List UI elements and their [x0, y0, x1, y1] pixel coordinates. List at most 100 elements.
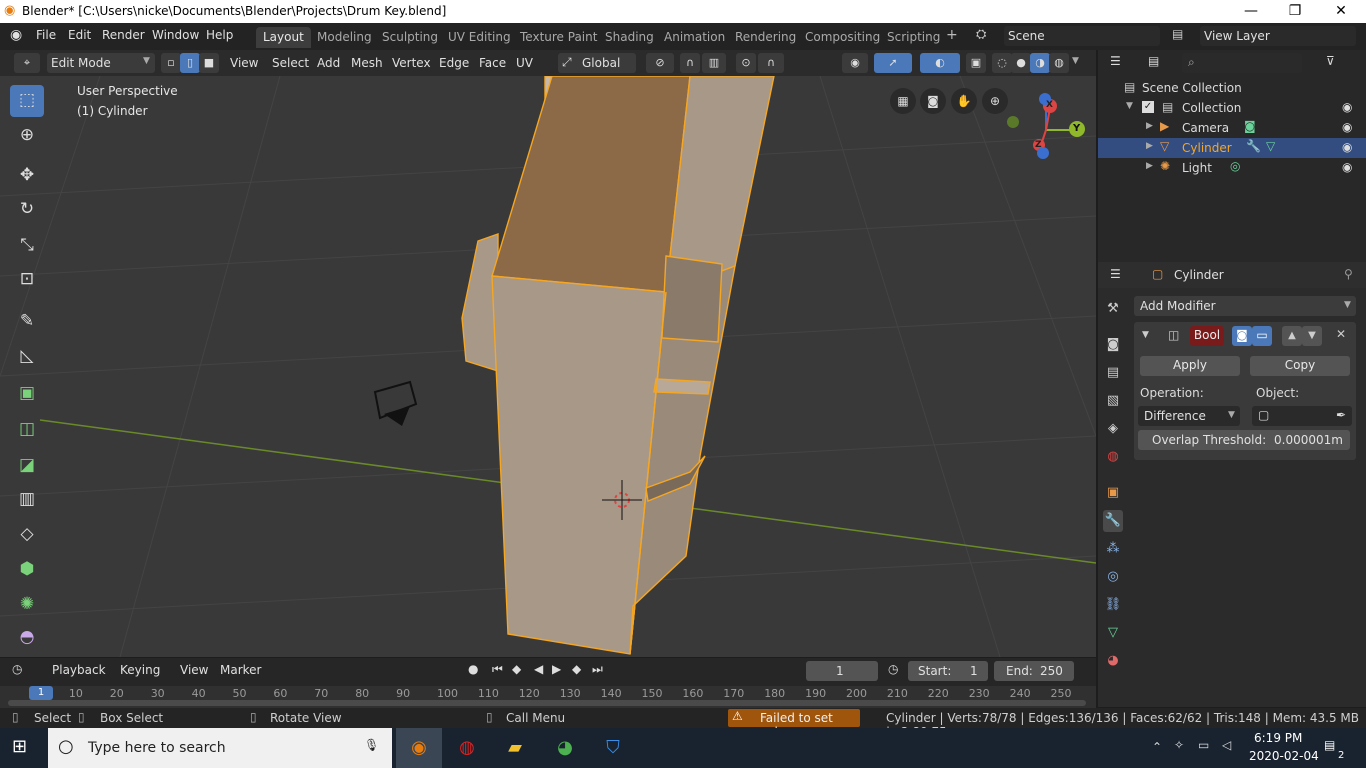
tab-texture-paint[interactable]: Texture Paint	[513, 27, 604, 48]
visibility-icon[interactable]: ◉	[842, 53, 868, 73]
outliner-row-cylinder[interactable]: ▶ ▽ Cylinder 🔧 ▽ ◉	[1098, 138, 1366, 158]
menu-render[interactable]: Render	[102, 28, 145, 42]
menu-marker[interactable]: Marker	[214, 660, 267, 680]
solid-shading-icon[interactable]: ●	[1011, 53, 1031, 73]
tab-layout[interactable]: Layout	[256, 27, 311, 48]
record-icon[interactable]: ●	[468, 662, 478, 676]
tab-scripting[interactable]: Scripting	[880, 27, 947, 48]
rotate-tool-icon[interactable]: ↻	[10, 194, 44, 226]
menu-view[interactable]: View	[224, 53, 264, 73]
filter-icon[interactable]: ⊽	[1326, 54, 1335, 68]
camera-data-icon[interactable]: ◙	[1244, 119, 1256, 133]
tray-battery-icon[interactable]: ▭	[1198, 738, 1209, 752]
add-workspace-button[interactable]: +	[946, 27, 958, 43]
tab-shading[interactable]: Shading	[598, 27, 661, 48]
menu-help[interactable]: Help	[206, 28, 233, 42]
viewport-display-toggle-icon[interactable]: ▭	[1252, 326, 1272, 346]
playhead-frame[interactable]: 1	[29, 686, 53, 700]
clock-time[interactable]: 6:19 PM	[1254, 731, 1302, 745]
minimize-button[interactable]: —	[1228, 0, 1274, 23]
poly-build-tool-icon[interactable]: ⬢	[10, 554, 44, 586]
tab-rendering[interactable]: Rendering	[728, 27, 803, 48]
jump-start-icon[interactable]: ⏮	[492, 662, 503, 677]
proportional-edit-icon[interactable]: ⊙	[736, 53, 756, 73]
eye-icon[interactable]: ◉	[1342, 140, 1352, 154]
maximize-button[interactable]: ❐	[1272, 0, 1318, 23]
taskbar-search-box[interactable]: ○ Type here to search 🎙	[48, 728, 392, 768]
microphone-icon[interactable]: 🎙	[364, 738, 379, 752]
jump-end-icon[interactable]: ⏭	[592, 662, 603, 677]
start-frame-field[interactable]: Start: 1	[908, 661, 988, 681]
operation-dropdown[interactable]: Difference ▼	[1138, 406, 1240, 426]
outliner-row-light[interactable]: ▶ ✺ Light ◎ ◉	[1098, 158, 1366, 178]
render-tab-icon[interactable]: ◙	[1103, 334, 1123, 356]
timeline-ruler[interactable]: 1 10 20 30 40 50 60 70 80 90 100 110 120 130 140 150 16…	[0, 686, 1096, 708]
world-tab-icon[interactable]: ◍	[1103, 446, 1123, 468]
view-layer-icon[interactable]: ▤	[1172, 27, 1183, 41]
mesh-data-tab-icon[interactable]: ▽	[1103, 622, 1123, 644]
toggle-view-icon[interactable]: ▦	[890, 88, 916, 114]
move-tool-icon[interactable]: ✥	[10, 160, 44, 192]
eyedropper-icon[interactable]: ✒	[1336, 408, 1346, 422]
falloff-icon[interactable]: ∩	[758, 53, 784, 73]
tray-network-icon[interactable]: ✧	[1174, 738, 1184, 752]
object-picker-field[interactable]: ▢ ✒	[1252, 406, 1352, 426]
creative-cloud-taskbar-icon[interactable]: ◍	[444, 728, 490, 768]
gizmo-toggle-icon[interactable]: ➚	[874, 53, 912, 73]
tray-chevron-up-icon[interactable]: ⌃	[1152, 740, 1162, 754]
mode-selector[interactable]: Edit Mode ▼	[47, 53, 155, 73]
eye-icon[interactable]: ◉	[1342, 120, 1352, 134]
rendered-shading-icon[interactable]: ◍	[1049, 53, 1069, 73]
menu-uv[interactable]: UV	[510, 53, 539, 73]
menu-face[interactable]: Face	[473, 53, 512, 73]
pivot-point-icon[interactable]: ⊘	[646, 53, 674, 73]
remove-modifier-icon[interactable]: ✕	[1336, 327, 1346, 341]
face-select-icon[interactable]: ■	[199, 53, 219, 73]
loop-cut-tool-icon[interactable]: ▥	[10, 484, 44, 516]
tab-modeling[interactable]: Modeling	[310, 27, 379, 48]
chevron-right-icon[interactable]: ▶	[1146, 121, 1153, 131]
select-box-tool-icon[interactable]: ⬚	[10, 85, 44, 117]
warning-report[interactable]: ⚠ Failed to set value	[728, 709, 860, 739]
cursor-tool-icon[interactable]: ⊕	[10, 120, 44, 152]
modifier-tab-icon[interactable]: 🔧	[1103, 510, 1123, 532]
view-layer-tab-icon[interactable]: ▧	[1103, 390, 1123, 412]
menu-mesh[interactable]: Mesh	[345, 53, 389, 73]
timeline-scrollbar[interactable]	[8, 700, 1086, 706]
wrench-icon[interactable]: 🔧	[1246, 139, 1261, 153]
scene-icon[interactable]: ⛭	[976, 27, 986, 42]
clock-icon[interactable]: ◷	[888, 662, 898, 676]
eye-icon[interactable]: ◉	[1342, 160, 1352, 174]
camera-render-toggle-icon[interactable]: ◙	[1232, 326, 1252, 346]
overlay-toggle-icon[interactable]: ◐	[920, 53, 960, 73]
menu-vertex[interactable]: Vertex	[386, 53, 437, 73]
scene-selector[interactable]: Scene	[1004, 26, 1160, 46]
menu-edge[interactable]: Edge	[433, 53, 475, 73]
object-tab-icon[interactable]: ▣	[1103, 482, 1123, 504]
outliner-row-scene-collection[interactable]: ▤ Scene Collection	[1098, 78, 1366, 98]
timeline-editor-icon[interactable]: ◷	[12, 662, 22, 676]
chevron-right-icon[interactable]: ▶	[1146, 161, 1153, 171]
display-mode-icon[interactable]: ▤	[1148, 54, 1159, 68]
chevron-down-icon[interactable]: ▼	[1142, 330, 1149, 340]
light-data-icon[interactable]: ◎	[1230, 159, 1240, 173]
inset-tool-icon[interactable]: ◫	[10, 414, 44, 446]
shield-app-taskbar-icon[interactable]: ⛉	[590, 728, 636, 768]
copy-button[interactable]: Copy	[1250, 356, 1350, 376]
snap-target-icon[interactable]: ▥	[702, 53, 726, 73]
outliner-editor-icon[interactable]: ☰	[1110, 54, 1121, 68]
chrome-taskbar-icon[interactable]: ◕	[542, 728, 588, 768]
move-up-icon[interactable]: ▲	[1282, 326, 1302, 346]
menu-file[interactable]: File	[36, 28, 56, 42]
pin-icon[interactable]: ⚲	[1344, 267, 1353, 281]
menu-playback[interactable]: Playback	[46, 660, 112, 680]
blender-menu-icon[interactable]: ◉	[10, 27, 22, 43]
modifier-name-field[interactable]: Bool	[1190, 326, 1224, 346]
move-down-icon[interactable]: ▼	[1302, 326, 1322, 346]
bevel-tool-icon[interactable]: ◪	[10, 450, 44, 482]
menu-timeline-view[interactable]: View	[174, 660, 214, 680]
tab-sculpting[interactable]: Sculpting	[375, 27, 445, 48]
menu-select[interactable]: Select	[266, 53, 315, 73]
wireframe-shading-icon[interactable]: ◌	[992, 53, 1012, 73]
annotate-tool-icon[interactable]: ✎	[10, 306, 44, 338]
